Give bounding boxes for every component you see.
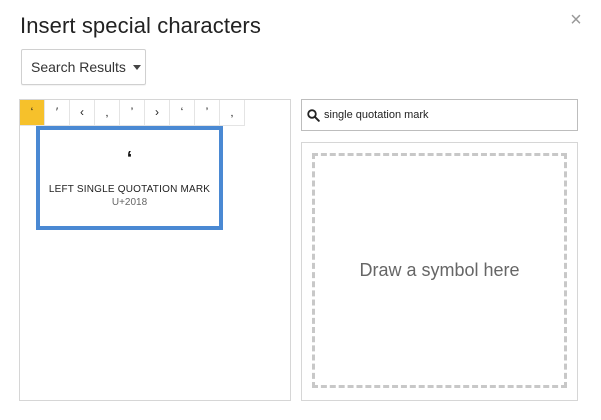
result-chip[interactable]: ′ [45,100,70,126]
result-chip[interactable]: ‚ [95,100,120,126]
preview-unicode-code: U+2018 [111,197,148,208]
result-chip[interactable]: › [145,100,170,126]
preview-character-name: LEFT SINGLE QUOTATION MARK [48,184,211,195]
draw-canvas[interactable]: Draw a symbol here [312,153,567,388]
category-dropdown-label: Search Results [31,59,126,75]
result-chip[interactable]: ’ [195,100,220,126]
result-chip[interactable]: ‘ [20,100,45,126]
results-panel: ‘ ′ ‹ ‚ ’ › ‘ ’ ‚ ‘ LEFT SINGLE QUOTATIO… [19,99,291,401]
result-chip[interactable]: ‚ [220,100,245,126]
draw-prompt: Draw a symbol here [359,260,520,280]
result-chip[interactable]: ‘ [170,100,195,126]
dialog-title: Insert special characters [20,13,261,38]
caret-down-icon [132,64,141,70]
search-input[interactable] [324,109,564,121]
results-chip-row: ‘ ′ ‹ ‚ ’ › ‘ ’ ‚ [20,100,245,126]
result-chip[interactable]: ‹ [70,100,95,126]
draw-panel: Draw a symbol here [301,142,578,401]
search-box[interactable] [301,99,578,131]
search-icon [307,108,320,122]
result-chip[interactable]: ’ [120,100,145,126]
category-dropdown[interactable]: Search Results [21,49,146,85]
preview-glyph: ‘ [126,148,133,170]
character-preview-card[interactable]: ‘ LEFT SINGLE QUOTATION MARK U+2018 [36,126,223,230]
close-icon[interactable]: × [566,10,586,30]
